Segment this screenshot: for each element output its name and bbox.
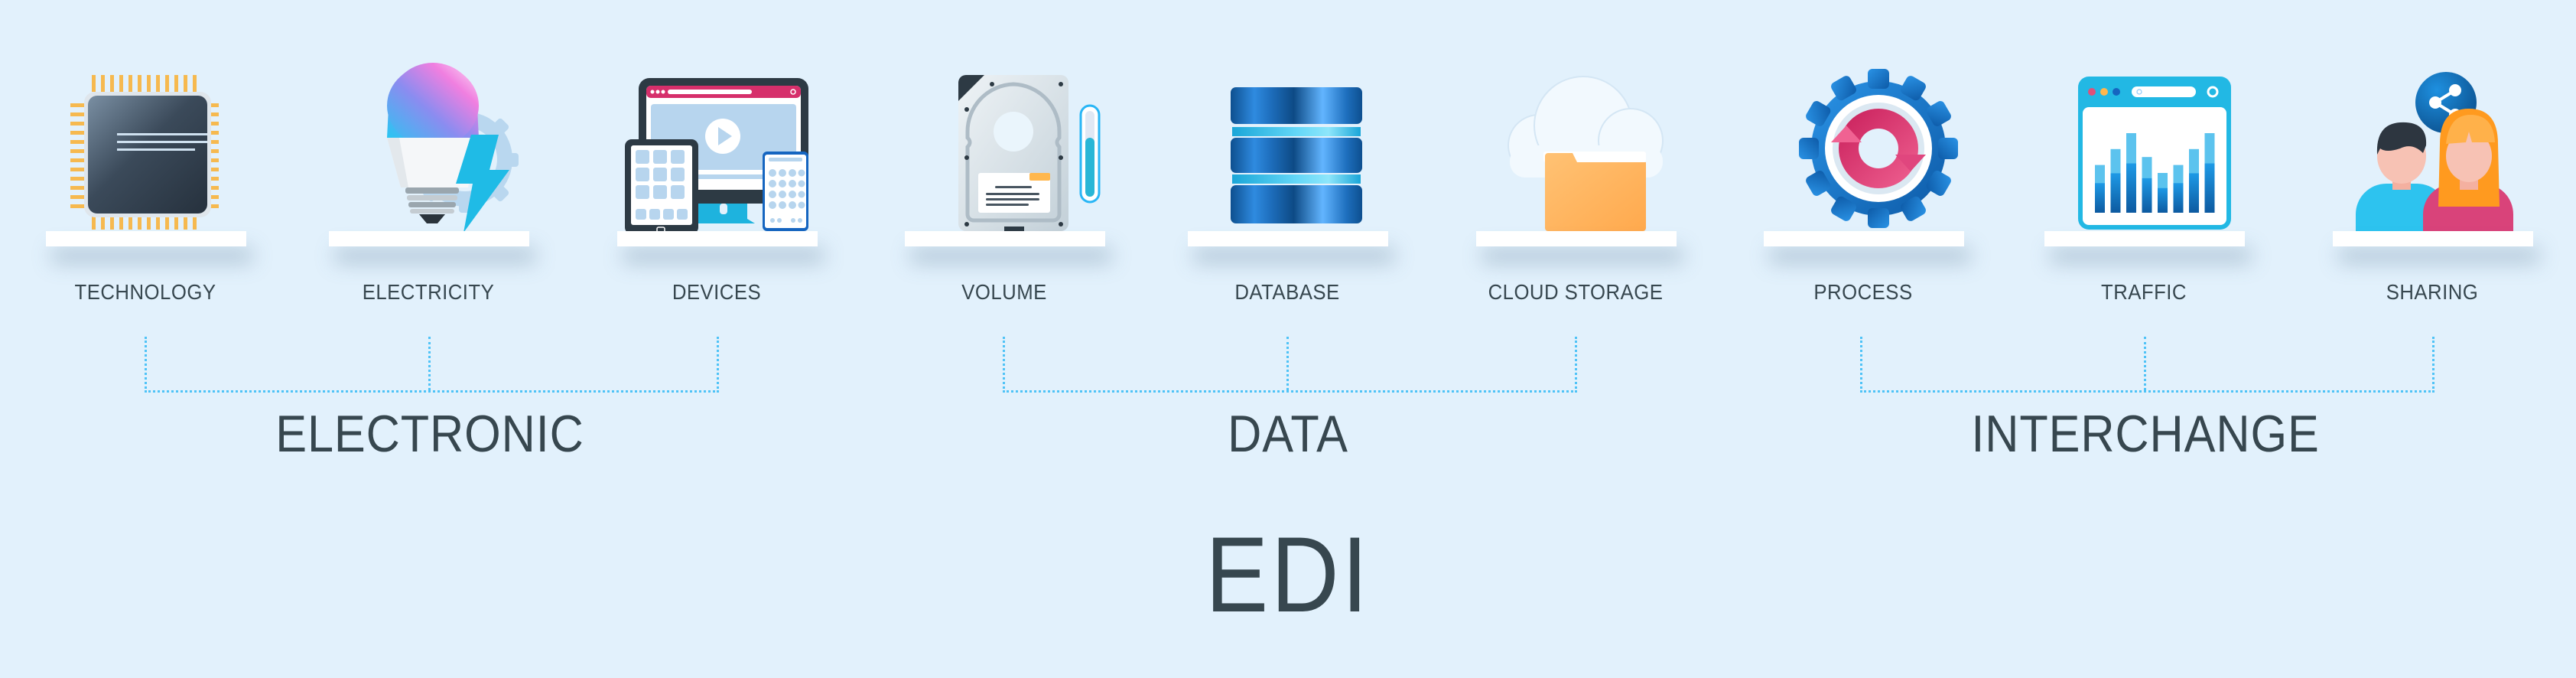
smart-bulb-lightning-gear-icon: [329, 61, 528, 233]
group-title-data: DATA: [1228, 405, 1348, 463]
database-stack-icon: [1188, 61, 1387, 233]
shelf: [1188, 231, 1388, 246]
item-label: DATABASE: [1234, 280, 1340, 304]
item-technology: TECHNOLOGY: [31, 0, 260, 321]
shelf: [1476, 231, 1677, 246]
item-label: DEVICES: [672, 280, 762, 304]
item-cloud-storage: CLOUD STORAGE: [1461, 0, 1690, 321]
bracket-tick: [428, 337, 431, 390]
shelf: [617, 231, 818, 246]
gear-refresh-icon: [1764, 61, 1963, 233]
shelf: [2044, 231, 2245, 246]
group-bracket-electronic: [145, 337, 719, 393]
bracket-tick: [2144, 337, 2146, 390]
item-label: PROCESS: [1813, 280, 1913, 304]
traffic-bar: [2126, 163, 2136, 213]
shelf: [2333, 231, 2533, 246]
monitor-tablet-phone-icon: [617, 61, 816, 233]
main-title: EDI: [1205, 514, 1371, 634]
item-label: SHARING: [2386, 280, 2479, 304]
group-title-electronic: ELECTRONIC: [275, 405, 584, 463]
shelf: [905, 231, 1105, 246]
traffic-bar: [2173, 183, 2184, 213]
traffic-bar: [2158, 187, 2168, 213]
item-label: TECHNOLOGY: [74, 280, 216, 304]
item-traffic: TRAFFIC: [2029, 0, 2259, 321]
item-database: DATABASE: [1173, 0, 1402, 321]
traffic-bar: [2142, 178, 2152, 213]
microchip-icon: [46, 61, 245, 233]
item-process: PROCESS: [1748, 0, 1978, 321]
traffic-bar: [2189, 173, 2199, 213]
people-share-icon: [2333, 61, 2532, 233]
item-label: TRAFFIC: [2101, 280, 2187, 304]
item-devices: DEVICES: [602, 0, 831, 321]
browser-bar-chart-icon: [2044, 61, 2243, 233]
item-label: CLOUD STORAGE: [1488, 280, 1664, 304]
item-sharing: SHARING: [2317, 0, 2547, 321]
traffic-bar: [2095, 183, 2105, 213]
shelf: [329, 231, 529, 246]
shelf: [46, 231, 246, 246]
group-bracket-interchange: [1860, 337, 2435, 393]
group-title-interchange: INTERCHANGE: [1971, 405, 2320, 463]
bracket-tick: [1286, 337, 1289, 390]
group-bracket-data: [1003, 337, 1577, 393]
cloud-folder-icon: [1476, 61, 1675, 233]
item-label: ELECTRICITY: [362, 280, 495, 304]
traffic-bar: [2110, 173, 2121, 213]
traffic-bar: [2204, 163, 2215, 213]
item-label: VOLUME: [961, 280, 1047, 304]
shelf: [1764, 231, 1964, 246]
item-volume: VOLUME: [890, 0, 1119, 321]
hard-drive-level-icon: [905, 61, 1104, 233]
item-electricity: ELECTRICITY: [314, 0, 543, 321]
